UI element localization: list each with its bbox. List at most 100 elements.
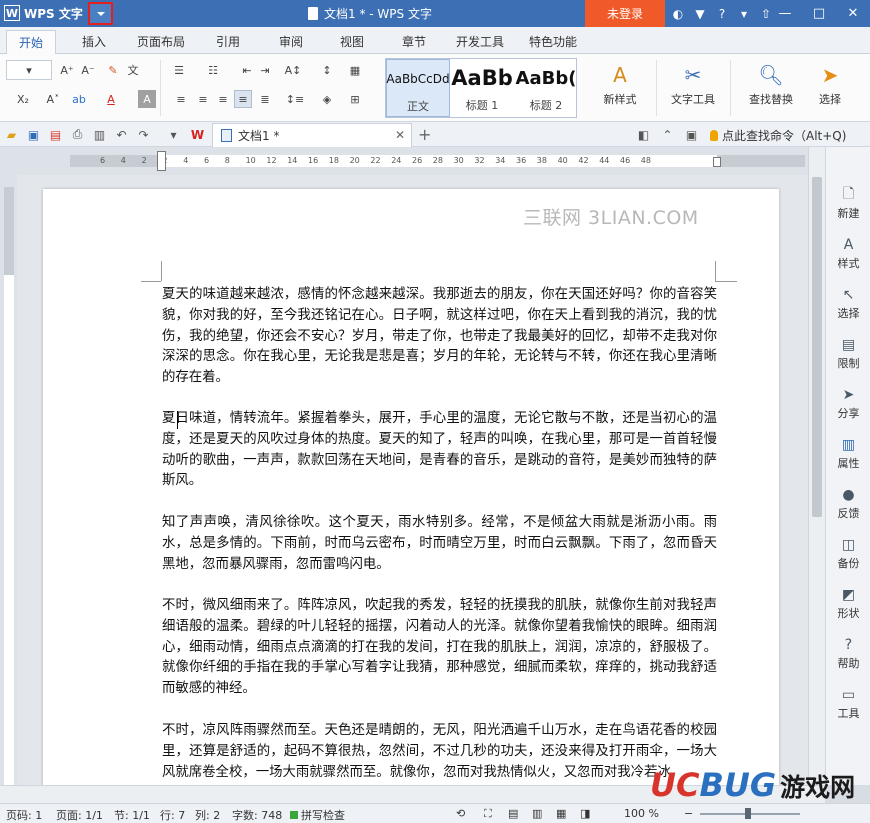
align-left-icon[interactable]: ≡ xyxy=(172,90,190,108)
style-normal[interactable]: AaBbCcDd 正文 xyxy=(386,59,450,117)
tab-insert[interactable]: 插入 xyxy=(82,33,106,50)
tab-page-layout[interactable]: 页面布局 xyxy=(137,33,185,50)
help-dropdown-icon[interactable]: ▾ xyxy=(736,6,752,22)
vertical-scrollbar[interactable] xyxy=(808,147,825,785)
panel-toggle-icon[interactable]: ◧ xyxy=(636,127,651,142)
wps-tab-logo-icon[interactable]: W xyxy=(190,127,205,142)
shirt-icon[interactable]: ▼ xyxy=(692,6,708,22)
tab-view[interactable]: 视图 xyxy=(340,33,364,50)
tab-start[interactable]: 开始 xyxy=(6,30,57,54)
status-word-count[interactable]: 字数: 748 xyxy=(232,807,282,823)
shrink-font-icon[interactable]: A⁻ xyxy=(79,61,97,79)
collapse-icon[interactable]: ⌃ xyxy=(660,127,675,142)
panel-style[interactable]: A 样式 xyxy=(826,235,870,271)
bullets-icon[interactable]: ☰ xyxy=(170,61,188,79)
spell-check-toggle[interactable]: 拼写检查 xyxy=(290,807,345,823)
subscript-icon[interactable]: X₂ xyxy=(14,90,32,108)
open-folder-icon[interactable]: ▰ xyxy=(4,127,19,142)
font-color-icon[interactable]: A xyxy=(102,90,120,108)
vertical-ruler[interactable] xyxy=(0,175,17,785)
style-heading-2[interactable]: AaBb( 标题 2 xyxy=(514,59,578,117)
zoom-slider-knob[interactable] xyxy=(745,808,751,819)
document-page[interactable]: 三联网 3LIAN.COM 夏天的味道越来越浓，感情的怀念越来越深。我那逝去的朋… xyxy=(43,189,779,785)
superscript-icon[interactable]: A˟ xyxy=(44,90,62,108)
outdent-icon[interactable]: ⇤ xyxy=(238,61,256,79)
paragraph[interactable]: 夏天的味道越来越浓，感情的怀念越来越深。我那逝去的朋友，你在天国还好吗？你的音容… xyxy=(162,285,717,389)
app-logo[interactable]: W WPS 文字 xyxy=(4,4,83,22)
indent-marker[interactable] xyxy=(157,151,166,171)
tab-chapter[interactable]: 章节 xyxy=(402,33,426,50)
save-icon[interactable]: ▣ xyxy=(26,127,41,142)
panel-shapes[interactable]: ◩ 形状 xyxy=(826,585,870,621)
line-spacing-icon[interactable]: ↕≡ xyxy=(286,90,304,108)
zoom-level[interactable]: 100 % xyxy=(624,807,659,820)
paragraph[interactable]: 夏日味道，情转流年。紧握着拳头，展开，手心里的温度，无论它散与不散，还是当初心的… xyxy=(162,409,717,492)
panel-tools[interactable]: ▭ 工具 xyxy=(826,685,870,721)
indent-icon[interactable]: ⇥ xyxy=(256,61,274,79)
change-case-icon[interactable]: A↕ xyxy=(284,61,302,79)
zoom-out-icon[interactable]: − xyxy=(684,807,693,820)
panel-feedback[interactable]: ● 反馈 xyxy=(826,485,870,521)
borders-icon[interactable]: ⊞ xyxy=(346,90,364,108)
panel-share[interactable]: ➤ 分享 xyxy=(826,385,870,421)
new-style-button[interactable]: A 新样式 xyxy=(594,59,646,107)
paragraph[interactable]: 不时，微风细雨来了。阵阵凉风，吹起我的秀发，轻轻的抚摸我的肌肤，就像你生前对我轻… xyxy=(162,596,717,700)
grow-font-icon[interactable]: A⁺ xyxy=(58,61,76,79)
find-replace-button[interactable]: 🔍︎ 查找替换 xyxy=(742,59,800,107)
panel-new[interactable]: 🗋︎ 新建 xyxy=(826,185,870,221)
justify-icon[interactable]: ≡ xyxy=(234,90,252,108)
horizontal-ruler[interactable]: 6422468101214161820222426283032343638404… xyxy=(0,147,825,175)
select-button[interactable]: ➤ 选择 xyxy=(810,59,850,107)
font-size-select[interactable]: ▾ xyxy=(6,60,52,80)
command-search[interactable]: 点此查找命令（Alt+Q) xyxy=(710,127,846,144)
new-tab-icon[interactable]: + xyxy=(418,125,431,144)
align-right-icon[interactable]: ≡ xyxy=(214,90,232,108)
tab-review[interactable]: 审阅 xyxy=(279,33,303,50)
panel-restrict[interactable]: ▤ 限制 xyxy=(826,335,870,371)
tab-developer[interactable]: 开发工具 xyxy=(456,33,504,50)
document-canvas[interactable]: 三联网 3LIAN.COM 夏天的味道越来越浓，感情的怀念越来越深。我那逝去的朋… xyxy=(17,175,808,785)
table-icon[interactable]: ▦ xyxy=(346,61,364,79)
reading-view-icon[interactable]: ◨ xyxy=(580,807,590,820)
tab-features[interactable]: 特色功能 xyxy=(529,33,577,50)
panel-help[interactable]: ? 帮助 xyxy=(826,635,870,671)
close-tab-icon[interactable]: ✕ xyxy=(395,128,405,142)
panel-select[interactable]: ↖ 选择 xyxy=(826,285,870,321)
undo-icon[interactable]: ↶ xyxy=(114,127,129,142)
sort-icon[interactable]: ↕ xyxy=(318,61,336,79)
print-icon[interactable]: ⎙ xyxy=(70,127,85,142)
maximize-icon[interactable]: □ xyxy=(802,0,836,27)
skin-icon[interactable]: ◐ xyxy=(670,6,686,22)
web-view-icon[interactable]: ▥ xyxy=(532,807,542,820)
scrollbar-thumb[interactable] xyxy=(812,177,822,517)
close-icon[interactable]: ✕ xyxy=(836,0,870,27)
page-view-icon[interactable]: ▤ xyxy=(508,807,518,820)
tab-references[interactable]: 引用 xyxy=(216,33,240,50)
text-tools-button[interactable]: ✂ 文字工具 xyxy=(664,59,722,107)
shading-icon[interactable]: ◈ xyxy=(318,90,336,108)
app-menu-dropdown-button[interactable] xyxy=(88,2,113,25)
pinyin-icon[interactable]: 文 xyxy=(124,61,142,79)
login-button[interactable]: 未登录 xyxy=(585,0,665,27)
redo-icon[interactable]: ↷ xyxy=(136,127,151,142)
style-heading-1[interactable]: AaBb 标题 1 xyxy=(450,59,514,117)
panel-properties[interactable]: ▥ 属性 xyxy=(826,435,870,471)
help-icon[interactable]: ? xyxy=(714,6,730,22)
minimize-icon[interactable]: — xyxy=(768,0,802,27)
right-indent-marker[interactable] xyxy=(713,157,721,167)
numbering-icon[interactable]: ☷ xyxy=(204,61,222,79)
layout-icon[interactable]: ▣ xyxy=(684,127,699,142)
export-pdf-icon[interactable]: ▤ xyxy=(48,127,63,142)
history-icon[interactable]: ⟲ xyxy=(456,807,465,820)
customize-dropdown-icon[interactable]: ▾ xyxy=(166,127,181,142)
fullscreen-view-icon[interactable]: ⛶ xyxy=(484,807,492,821)
highlight-icon[interactable]: ab xyxy=(70,90,88,108)
align-center-icon[interactable]: ≡ xyxy=(194,90,212,108)
outline-view-icon[interactable]: ▦ xyxy=(556,807,566,820)
panel-backup[interactable]: ◫ 备份 xyxy=(826,535,870,571)
distributed-icon[interactable]: ≣ xyxy=(256,90,274,108)
document-tab[interactable]: 文档1 * ✕ xyxy=(212,123,412,147)
char-shading-icon[interactable]: A xyxy=(138,90,156,108)
clear-format-icon[interactable]: ✎ xyxy=(104,61,122,79)
paragraph[interactable]: 知了声声唤，清风徐徐吹。这个夏天，雨水特别多。经常，不是倾盆大雨就是淅沥小雨。雨… xyxy=(162,513,717,575)
